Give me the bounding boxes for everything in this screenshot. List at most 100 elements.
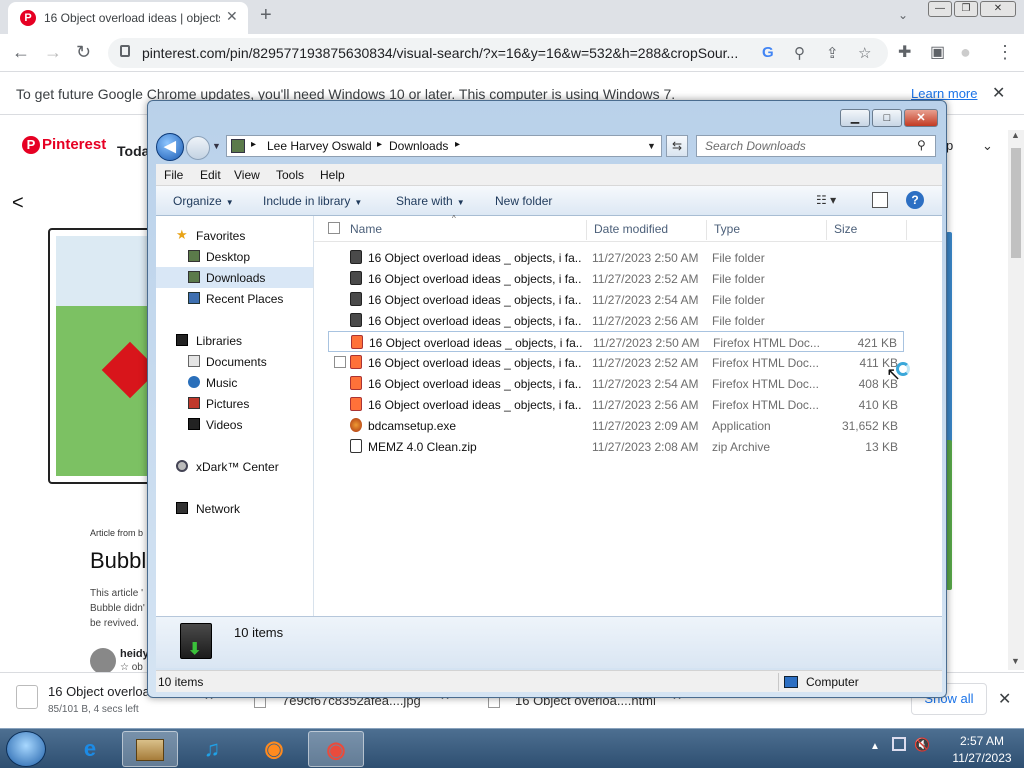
chrome-icon[interactable]: ◉ bbox=[308, 731, 364, 767]
column-divider[interactable] bbox=[706, 220, 707, 240]
recent-pages-dropdown-icon[interactable]: ▼ bbox=[212, 141, 221, 151]
chevron-down-icon[interactable]: ⌄ bbox=[982, 138, 993, 154]
close-window-button[interactable]: ✕ bbox=[980, 1, 1016, 17]
nav-libraries[interactable]: Libraries bbox=[156, 330, 313, 351]
organize-button[interactable]: Organize ▼ bbox=[173, 194, 234, 208]
explorer-back-button[interactable]: ◀ bbox=[156, 133, 184, 161]
scroll-up-arrow-icon[interactable]: ▲ bbox=[1011, 130, 1020, 140]
right-pane-button[interactable]: p bbox=[946, 138, 953, 153]
explorer-address-bar[interactable]: ▸ Lee Harvey Oswald ▸ Downloads ▸ ▼ bbox=[226, 135, 662, 157]
forward-button[interactable]: → bbox=[44, 42, 62, 63]
file-row[interactable]: 16 Object overload ideas _ objects, i fa… bbox=[328, 268, 904, 289]
explorer-maximize-button[interactable]: □ bbox=[872, 109, 902, 127]
network-tray-icon[interactable] bbox=[892, 737, 906, 751]
explorer-forward-button[interactable] bbox=[186, 136, 210, 160]
menu-tools[interactable]: Tools bbox=[276, 168, 304, 182]
browser-tab[interactable]: P 16 Object overload ideas | objects ✕ bbox=[8, 2, 248, 34]
share-with-button[interactable]: Share with ▼ bbox=[396, 194, 465, 208]
file-row[interactable]: 16 Object overload ideas _ objects, i fa… bbox=[328, 331, 904, 352]
tab-search-chevron-icon[interactable]: ⌄ bbox=[898, 8, 908, 22]
extensions-puzzle-icon[interactable]: ✚ bbox=[898, 42, 911, 62]
browser-menu-icon[interactable]: ⋮ bbox=[996, 42, 1014, 63]
nav-network[interactable]: Network bbox=[156, 498, 313, 519]
clock-time[interactable]: 2:57 AM bbox=[950, 734, 1014, 748]
breadcrumb-downloads[interactable]: Downloads bbox=[389, 139, 448, 153]
pinterest-logo[interactable]: P Pinterest bbox=[22, 136, 106, 154]
volume-muted-icon[interactable]: 🔇 bbox=[914, 737, 930, 753]
help-icon[interactable]: ? bbox=[906, 191, 924, 209]
firefox-icon[interactable]: ◉ bbox=[246, 731, 302, 767]
breadcrumb-separator-icon[interactable]: ▸ bbox=[251, 139, 256, 150]
start-button[interactable] bbox=[6, 731, 46, 767]
back-button[interactable]: ← bbox=[12, 42, 30, 63]
minimize-button[interactable]: — bbox=[928, 1, 952, 17]
menu-help[interactable]: Help bbox=[320, 168, 345, 182]
share-icon[interactable]: ⇪ bbox=[826, 44, 839, 62]
nav-xdark-center[interactable]: xDark™ Center bbox=[156, 456, 313, 477]
reload-button[interactable]: ↻ bbox=[76, 42, 91, 63]
tray-expand-icon[interactable]: ▲ bbox=[870, 741, 880, 752]
internet-explorer-icon[interactable]: e bbox=[62, 731, 118, 767]
file-row[interactable]: 16 Object overload ideas _ objects, i fa… bbox=[328, 289, 904, 310]
lock-icon[interactable] bbox=[120, 45, 130, 57]
profile-avatar-icon[interactable]: ● bbox=[960, 42, 971, 63]
address-dropdown-icon[interactable]: ▼ bbox=[647, 141, 656, 151]
bookmark-star-icon[interactable]: ☆ bbox=[858, 44, 871, 62]
learn-more-link[interactable]: Learn more bbox=[911, 86, 977, 101]
new-tab-button[interactable]: + bbox=[260, 4, 272, 27]
search-downloads-input[interactable]: Search Downloads ⚲ bbox=[696, 135, 936, 157]
zoom-icon[interactable]: ⚲ bbox=[794, 44, 805, 62]
side-panel-icon[interactable]: ▣ bbox=[930, 42, 945, 62]
column-divider[interactable] bbox=[826, 220, 827, 240]
preview-pane-icon[interactable] bbox=[872, 192, 888, 208]
author-avatar[interactable] bbox=[90, 648, 116, 674]
breadcrumb-user-folder[interactable]: Lee Harvey Oswald bbox=[267, 139, 372, 153]
tab-close-icon[interactable]: ✕ bbox=[226, 8, 238, 25]
scroll-down-arrow-icon[interactable]: ▼ bbox=[1011, 656, 1020, 666]
column-size[interactable]: Size bbox=[834, 222, 857, 236]
explorer-minimize-button[interactable]: ▁ bbox=[840, 109, 870, 127]
scrollbar-thumb[interactable] bbox=[1011, 148, 1021, 258]
nav-documents[interactable]: Documents bbox=[156, 351, 313, 372]
nav-desktop[interactable]: Desktop bbox=[156, 246, 313, 267]
nav-videos[interactable]: Videos bbox=[156, 414, 313, 435]
music-player-icon[interactable]: ♫ bbox=[184, 731, 240, 767]
column-date-modified[interactable]: Date modified bbox=[594, 222, 668, 236]
new-folder-button[interactable]: New folder bbox=[495, 194, 552, 208]
restore-button[interactable]: ❐ bbox=[954, 1, 978, 17]
pin-image[interactable] bbox=[48, 228, 158, 484]
author-name[interactable]: heidy bbox=[120, 648, 149, 660]
nav-pictures[interactable]: Pictures bbox=[156, 393, 313, 414]
file-row[interactable]: 16 Object overload ideas _ objects, i fa… bbox=[328, 310, 904, 331]
column-type[interactable]: Type bbox=[714, 222, 740, 236]
explorer-close-button[interactable]: ✕ bbox=[904, 109, 938, 127]
include-in-library-button[interactable]: Include in library ▼ bbox=[263, 194, 362, 208]
pin-back-arrow-icon[interactable]: < bbox=[12, 192, 24, 215]
nav-downloads[interactable]: Downloads bbox=[156, 267, 313, 288]
url-text[interactable]: pinterest.com/pin/829577193875630834/vis… bbox=[142, 45, 738, 61]
address-bar[interactable]: pinterest.com/pin/829577193875630834/vis… bbox=[108, 38, 888, 68]
nav-recent-places[interactable]: Recent Places bbox=[156, 288, 313, 309]
change-view-icon[interactable]: ☷ ▾ bbox=[816, 193, 836, 207]
article-title[interactable]: Bubbl bbox=[90, 548, 146, 574]
file-row[interactable]: 16 Object overload ideas _ objects, i fa… bbox=[328, 373, 904, 394]
refresh-button[interactable]: ⇆ bbox=[666, 135, 688, 157]
breadcrumb-separator-icon[interactable]: ▸ bbox=[455, 139, 460, 150]
clock-date[interactable]: 11/27/2023 bbox=[950, 751, 1014, 765]
download-item-name[interactable]: 16 Object overload bbox=[48, 684, 157, 699]
menu-file[interactable]: File bbox=[164, 168, 183, 182]
close-downloads-bar-icon[interactable]: ✕ bbox=[998, 689, 1011, 709]
select-all-checkbox[interactable] bbox=[328, 222, 340, 234]
google-lens-icon[interactable]: G bbox=[762, 44, 774, 61]
column-name[interactable]: Name bbox=[350, 222, 382, 236]
file-row[interactable]: MEMZ 4.0 Clean.zip 11/27/2023 2:08 AM zi… bbox=[328, 436, 904, 457]
nav-favorites[interactable]: ★ Favorites bbox=[156, 225, 313, 246]
row-checkbox[interactable] bbox=[334, 356, 346, 368]
nav-music[interactable]: Music bbox=[156, 372, 313, 393]
search-icon[interactable]: ⚲ bbox=[917, 138, 926, 152]
menu-edit[interactable]: Edit bbox=[200, 168, 221, 182]
column-divider[interactable] bbox=[906, 220, 907, 240]
file-row[interactable]: 16 Object overload ideas _ objects, i fa… bbox=[328, 394, 904, 415]
file-row[interactable]: 16 Object overload ideas _ objects, i fa… bbox=[328, 247, 904, 268]
file-row[interactable]: bdcamsetup.exe 11/27/2023 2:09 AM Applic… bbox=[328, 415, 904, 436]
